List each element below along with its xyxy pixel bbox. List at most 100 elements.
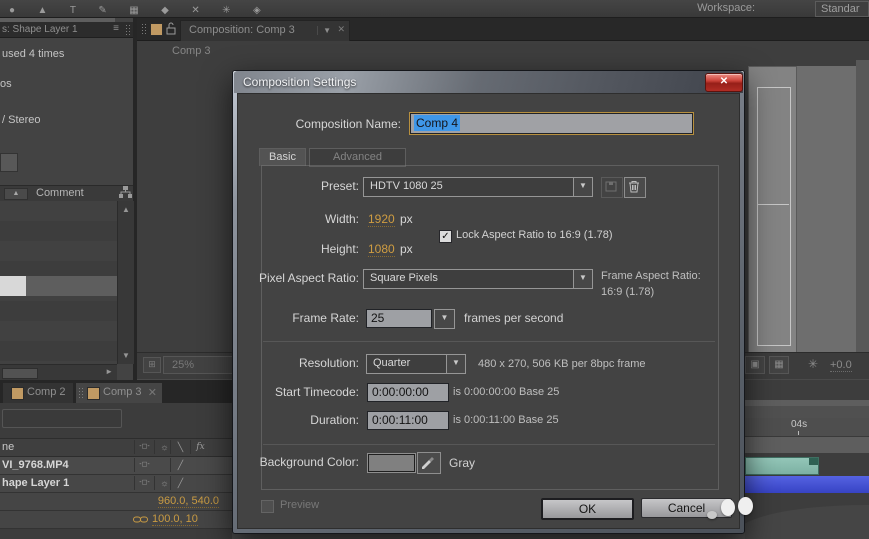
close-tab-icon[interactable]: ✕ [337,24,345,35]
timeline-workarea-band [745,406,869,418]
composition-name-input[interactable]: Comp 4 [410,113,693,134]
tab-basic[interactable]: Basic [259,148,306,166]
tab-effect-controls[interactable]: s: Shape Layer 1 [2,24,78,35]
dialog-titlebar[interactable]: Composition Settings [234,71,743,93]
selected-item-cell[interactable] [0,276,26,296]
start-timecode-label: Start Timecode: [209,385,359,399]
eyedropper-button[interactable] [417,452,441,474]
duration-input[interactable]: 0:00:11:00 [367,411,449,430]
shadow-blob [745,505,869,539]
frame-rate-dropdown-button[interactable]: ▼ [434,309,455,329]
position-value[interactable]: 960.0, 540.0 [158,495,219,508]
preset-dropdown[interactable]: HDTV 1080 25 ▼ [363,177,593,197]
delete-preset-button[interactable] [624,177,646,198]
chevron-down-icon[interactable]: ▼ [317,26,331,35]
panel-menu-icon[interactable]: ≡ [113,23,119,34]
shy-icon[interactable]: -◻- [134,440,154,454]
close-tab-icon[interactable]: ✕ [148,386,157,399]
selected-text: Comp 4 [414,115,460,131]
pen-tool-icon[interactable]: ▲ [38,5,48,16]
grid-options-icon[interactable]: ▦ [769,356,789,374]
timeline-tabbar: Comp 2 Comp 3 ✕ [0,380,232,403]
ruler-tick [798,431,799,435]
panel-grip[interactable] [125,24,130,36]
layer-duration-bar-blue[interactable] [745,476,869,493]
pixel-aspect-ratio-dropdown[interactable]: Square Pixels ▼ [363,269,593,289]
resolution-info: 480 x 270, 506 KB per 8bpc frame [478,358,646,370]
start-timecode-input[interactable]: 0:00:00:00 [367,383,449,402]
layer-name[interactable]: VI_9768.MP4 [2,459,69,471]
frame-aspect-ratio-label: Frame Aspect Ratio: [601,270,701,282]
search-field-stub[interactable] [0,153,18,172]
shy-toggle[interactable]: -◻- [134,476,154,490]
scale-value[interactable]: 100.0, 10 [152,513,198,526]
comp-color-icon [11,387,24,400]
puppet-pin-tool-icon[interactable]: ✳ [222,5,230,16]
collapse-icon[interactable]: ╲ [170,440,190,454]
camera-icon[interactable]: ▣ [745,356,765,374]
project-item-list[interactable] [0,201,117,364]
workspace-dropdown[interactable]: Standar [815,1,869,17]
panel-grip[interactable] [78,387,83,399]
exposure-icon[interactable]: ✳ [808,357,818,371]
collapse-toggle[interactable]: ╱ [170,476,190,490]
save-preset-button[interactable] [601,177,623,198]
roto-brush-tool-icon[interactable]: ✕ [191,5,199,16]
chevron-down-icon: ▼ [446,355,465,373]
timeline-search-input[interactable] [2,409,122,428]
layer-row[interactable]: VI_9768.MP4 -◻- ╱ [0,457,232,475]
preview-label: Preview [280,499,319,511]
horizontal-scrollbar[interactable]: ► [0,364,117,381]
clone-stamp-tool-icon[interactable]: ▦ [129,5,138,16]
layer-row[interactable]: hape Layer 1 -◻- ☼ ╱ [0,475,232,493]
divider [263,341,715,342]
close-button[interactable]: ✕ [705,73,743,92]
cancel-button[interactable]: Cancel [641,498,732,518]
scroll-down-icon[interactable]: ▼ [118,351,134,360]
selected-item-row[interactable] [26,276,117,296]
lock-icon[interactable] [166,22,176,35]
comp-color-icon [87,387,100,400]
layer-name[interactable]: hape Layer 1 [2,477,69,489]
sort-arrow-icon[interactable]: ▲ [4,188,28,200]
vertical-scrollbar[interactable]: ▲ ▼ [117,201,134,364]
width-value[interactable]: 1920 [368,212,395,227]
background-color-label: Background Color: [209,455,359,469]
viewer-edge [856,60,869,376]
background-color-swatch[interactable] [368,454,415,472]
shape-tool-icon[interactable]: ● [9,5,15,16]
lock-aspect-label: Lock Aspect Ratio to 16:9 (1.78) [456,229,613,241]
link-icon[interactable] [133,515,148,524]
layer-duration-bar-teal[interactable] [745,457,819,475]
preset-label: Preset: [209,179,359,193]
height-value[interactable]: 1080 [368,242,395,257]
scrollbar-thumb[interactable] [2,368,38,379]
tab-composition-comp3[interactable]: Composition: Comp 3 ▼ ✕ [180,20,350,41]
brush-tool-icon[interactable]: ✎ [98,5,106,16]
type-tool-icon[interactable]: T [70,5,76,16]
tab-comp3[interactable]: Comp 3 ✕ [76,383,162,403]
project-panel: s: Shape Layer 1 ≡ used 4 times os / Ste… [0,18,137,380]
panel-grip[interactable] [141,23,146,35]
quality-toggle[interactable]: ╱ [170,458,190,472]
width-label: Width: [209,212,359,226]
comment-column-header[interactable]: ▲ Comment [0,185,133,202]
frame-rate-label: Frame Rate: [209,311,359,325]
shy-toggle[interactable]: -◻- [134,458,154,472]
fx-icon[interactable]: fx [190,440,210,454]
frame-rate-input[interactable]: 25 [366,309,432,328]
footage-info-line: used 4 times [2,48,64,60]
eraser-tool-icon[interactable]: ◆ [161,5,169,16]
snap-tool-icon[interactable]: ◈ [253,5,261,16]
resolution-dropdown[interactable]: Quarter ▼ [366,354,466,374]
lock-aspect-checkbox[interactable]: ✓ [439,230,452,243]
exposure-value[interactable]: +0.0 [830,359,852,372]
scroll-up-icon[interactable]: ▲ [118,205,134,214]
flowchart-icon[interactable] [119,186,132,199]
tab-label: Composition: Comp 3 [189,24,295,36]
time-ruler[interactable]: 04s [745,418,869,437]
scroll-right-icon[interactable]: ► [105,367,113,376]
tab-comp2[interactable]: Comp 2 [3,383,73,403]
preview-checkbox[interactable] [261,500,274,513]
ok-button[interactable]: OK [541,498,634,520]
